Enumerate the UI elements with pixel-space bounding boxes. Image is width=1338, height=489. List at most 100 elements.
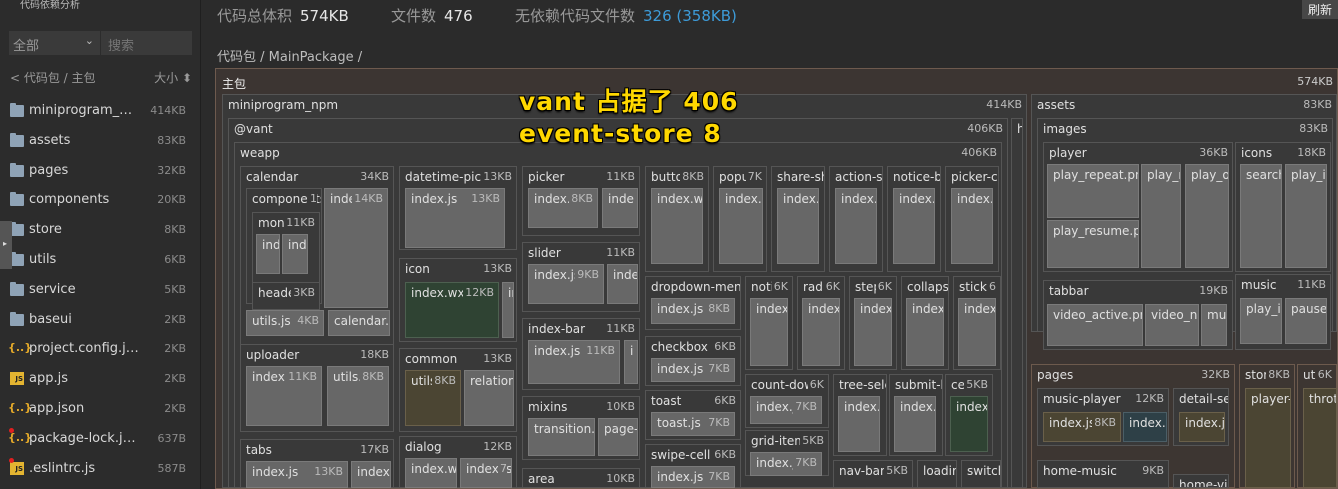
no-dependency-link[interactable]: 326 (358KB) [643,7,737,25]
treemap-node[interactable]: video_no [1145,304,1199,346]
sidebar-item[interactable]: JS .eslintrc.js 587B [0,457,200,483]
sidebar-item[interactable]: pages 32KB [0,159,200,185]
treemap-node[interactable]: index.wxss 12KB [405,282,499,338]
treemap-node[interactable]: index. [906,298,944,366]
sidebar-collapse-handle[interactable]: ▸ [0,221,12,269]
search-input[interactable] [101,31,192,55]
treemap-node[interactable]: index.w [894,396,936,452]
sidebar-item[interactable]: baseui 2KB [0,308,200,334]
treemap-node[interactable]: index.js 7KB [651,358,735,382]
treemap-node[interactable]: index.wxs [651,188,703,264]
treemap-node[interactable]: index.js 13KB [246,461,348,488]
treemap-node[interactable]: index.js14KB [324,188,388,308]
treemap-node[interactable]: index.wxs [405,458,457,488]
treemap-node[interactable]: index.js 7KB [651,466,735,488]
treemap-node[interactable]: index.js 7KB [750,396,822,424]
treemap-node[interactable]: index.js 7KB [750,452,822,476]
treemap-node[interactable]: inde [607,264,638,304]
treemap-node-label: index.js [411,192,458,206]
treemap-node[interactable]: index. [750,298,788,366]
sidebar-breadcrumb[interactable]: < 代码包 / 主包 [10,69,96,86]
treemap-node[interactable]: index.js [1179,412,1225,442]
treemap-node[interactable]: index.js 9KB [528,264,604,304]
treemap-node[interactable]: search_ [1240,164,1282,268]
treemap-node-size: 414KB [984,97,1022,113]
filter-select[interactable]: 全部 ⌄ [9,31,100,55]
treemap-node[interactable]: inde [602,188,638,228]
treemap-node-size: 5KB [964,377,988,393]
sidebar-item[interactable]: miniprogram_np... 414KB [0,99,200,125]
treemap-node[interactable]: player-s [1245,388,1291,488]
treemap-node[interactable]: index.js 13KB [405,188,505,248]
treemap-node[interactable]: video_active.png [1047,304,1143,346]
treemap-node[interactable]: transition.js [528,418,595,456]
treemap-node[interactable]: utils.js 8KB [327,366,389,426]
treemap-node[interactable]: switch [961,460,1001,488]
treemap-node[interactable]: pause_ [1285,298,1327,344]
main-panel: 代码总体积 574KB 文件数 476 无依赖代码文件数 326 (358KB) 刷新… [201,0,1338,489]
treemap-node[interactable]: loadir [917,460,957,488]
treemap-node[interactable]: index.js [777,188,819,264]
treemap-node[interactable]: index.js 8KB [651,298,735,324]
treemap-node[interactable]: h [1011,118,1023,488]
treemap-node[interactable]: index.w [950,396,988,452]
sidebar-item[interactable]: utils 6KB [0,248,200,274]
sidebar-item[interactable]: {..} project.config.json 2KB [0,337,200,363]
treemap-node[interactable]: area 10KB [522,468,640,488]
treemap-node[interactable]: play_resume.png [1047,220,1139,268]
sort-by-size-button[interactable]: 大小 ⬍ [154,69,192,86]
treemap-node[interactable]: index.js 11KB [246,366,322,426]
treemap-node[interactable]: nav-bar 5KB [833,460,913,488]
treemap-node-label: weapp [240,146,280,160]
refresh-button[interactable]: 刷新 [1302,0,1338,19]
treemap-node[interactable]: index. [854,298,892,366]
treemap-node[interactable]: index.js [893,188,935,264]
treemap-node[interactable]: home-music 9KB [1037,460,1169,488]
sidebar-item[interactable]: {..} app.json 2KB [0,397,200,423]
treemap-node[interactable]: index.w [835,188,877,264]
treemap-node[interactable]: relation. [464,370,514,426]
treemap-node[interactable]: toast.js 7KB [651,412,735,436]
treemap-node[interactable]: play_ra [1141,164,1181,268]
treemap-node[interactable]: index. [958,298,996,366]
treemap-node[interactable]: index.w [351,461,391,488]
sidebar-item[interactable]: JS app.js 2KB [0,367,200,393]
treemap-node[interactable]: index.js [838,396,880,452]
breadcrumb[interactable]: 代码包 / MainPackage / [217,46,362,65]
treemap-node[interactable]: calendar.w [328,310,390,336]
treemap-node[interactable]: utils.js 4KB [246,310,324,336]
treemap-node[interactable]: ind [282,234,308,274]
treemap-node[interactable]: index.js 8KB [1043,412,1121,442]
sidebar-item[interactable]: service 5KB [0,278,200,304]
sidebar-item[interactable]: {..} package-lock.json 637B [0,427,200,453]
treemap-node[interactable]: index.js 11KB [528,340,620,384]
treemap-node[interactable]: index.j [951,188,993,264]
treemap-node[interactable]: utils.js 8KB [405,370,461,426]
treemap-node[interactable]: throt [1303,388,1337,488]
treemap-node-size: 11KB [286,369,317,385]
treemap-node-label: uploader [246,348,300,362]
treemap-node-label: dropdown-menu [651,280,741,294]
sidebar-item[interactable]: components 20KB [0,188,200,214]
treemap-node[interactable]: index [256,234,280,274]
treemap-node[interactable]: play_ic [1285,164,1327,268]
treemap-node[interactable]: index. [802,298,840,366]
treemap-node-label: swipe-cell [651,448,711,462]
treemap-node[interactable]: home-vid [1173,474,1229,488]
sidebar-item[interactable]: assets 83KB [0,129,200,155]
treemap-node[interactable]: header 3KB [252,282,320,310]
folder-icon [10,281,24,296]
treemap-node[interactable]: play_repeat.png [1047,164,1139,218]
treemap-node[interactable]: i [624,340,638,384]
treemap-node-size: 13KB [481,351,512,367]
treemap-node[interactable]: index.w [719,188,763,264]
treemap-node[interactable]: mus [1201,304,1227,346]
treemap-node[interactable]: in [502,282,514,338]
treemap-node[interactable]: page- [598,418,638,456]
treemap-node[interactable]: index.js 7 [460,458,512,488]
treemap-node[interactable]: index.w [1123,412,1167,442]
treemap-node[interactable]: play_ic [1240,298,1282,344]
sidebar-item[interactable]: store 8KB [0,218,200,244]
treemap-node[interactable]: play_or [1185,164,1229,268]
treemap-node[interactable]: index.js 8KB [528,188,598,228]
